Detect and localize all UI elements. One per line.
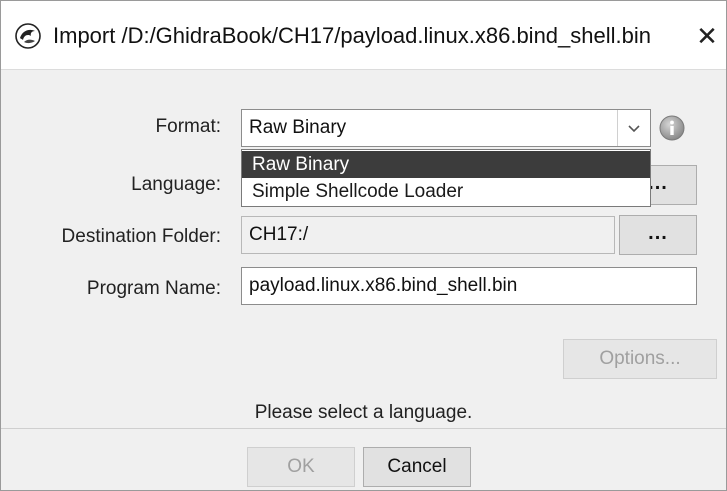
options-button[interactable]: Options...	[563, 339, 717, 379]
import-dialog: Import /D:/GhidraBook/CH17/payload.linux…	[0, 0, 727, 491]
format-dropdown-list: Raw Binary Simple Shellcode Loader	[241, 149, 651, 207]
format-label: Format:	[155, 116, 221, 137]
format-selected-value: Raw Binary	[249, 117, 347, 138]
program-name-label: Program Name:	[86, 278, 221, 299]
chevron-down-icon	[628, 125, 640, 133]
destination-folder-field: CH17:/	[241, 216, 615, 254]
language-label: Language:	[131, 174, 221, 195]
window-title: Import /D:/GhidraBook/CH17/payload.linux…	[53, 23, 651, 48]
status-message: Please select a language.	[254, 402, 473, 423]
destination-folder-label: Destination Folder:	[61, 226, 221, 247]
close-icon: ✕	[696, 21, 718, 51]
destination-folder-browse-button[interactable]: ...	[619, 215, 697, 255]
format-dropdown-toggle[interactable]	[617, 110, 650, 146]
footer-divider	[1, 428, 726, 429]
title-bar[interactable]: Import /D:/GhidraBook/CH17/payload.linux…	[1, 1, 726, 70]
cancel-button[interactable]: Cancel	[363, 447, 471, 487]
format-option-raw-binary[interactable]: Raw Binary	[242, 151, 650, 178]
ok-button[interactable]: OK	[247, 447, 355, 487]
ghidra-dragon-icon	[15, 23, 41, 49]
format-select[interactable]: Raw Binary	[241, 109, 651, 147]
program-name-input[interactable]: payload.linux.x86.bind_shell.bin	[241, 267, 697, 305]
info-icon[interactable]	[659, 115, 685, 141]
format-option-simple-shellcode-loader[interactable]: Simple Shellcode Loader	[242, 178, 650, 205]
close-button[interactable]: ✕	[689, 19, 725, 53]
